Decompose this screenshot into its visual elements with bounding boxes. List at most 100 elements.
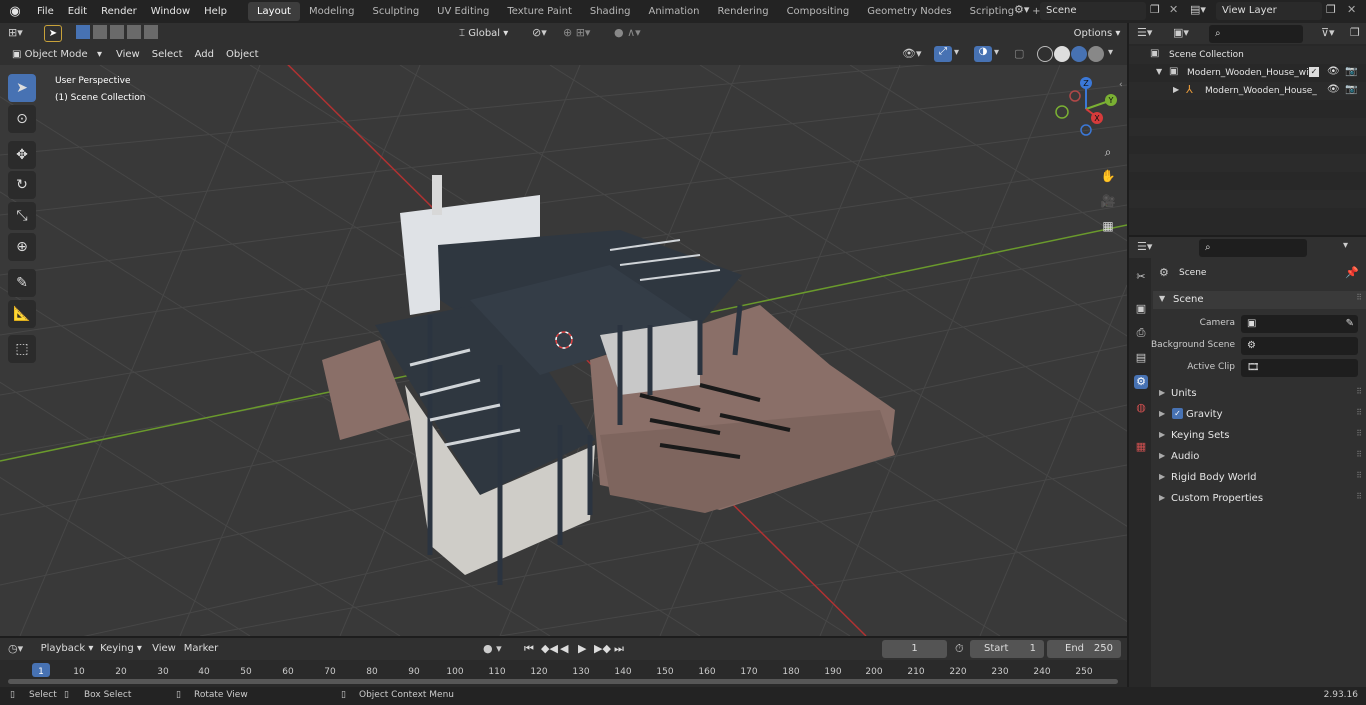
next-keyframe-icon[interactable]: ▶◆ (594, 642, 611, 655)
new-viewlayer-icon[interactable]: ❐ (1326, 3, 1336, 16)
tool-cursor[interactable]: ⊙ (8, 105, 36, 133)
viewport-menu-select[interactable]: Select (146, 49, 189, 60)
sidebar-toggle-icon[interactable]: ‹ (1119, 80, 1123, 90)
drag-handle-icon[interactable]: ⠿ (1356, 492, 1362, 501)
properties-options-icon[interactable]: ▾ (1343, 240, 1348, 251)
menu-window[interactable]: Window (144, 0, 197, 23)
xray-icon[interactable]: ▢ (1014, 47, 1024, 60)
camera-render-icon[interactable]: 📷 (1345, 66, 1357, 77)
tab-geometry-nodes[interactable]: Geometry Nodes (858, 2, 960, 21)
perspective-grid-icon[interactable]: ▦ (1098, 216, 1118, 236)
drag-handle-icon[interactable]: ⠿ (1356, 408, 1362, 417)
viewport-menu-object[interactable]: Object (220, 49, 265, 60)
gizmo-dropdown-icon[interactable]: ▾ (954, 47, 959, 58)
subpanel-units[interactable]: ▶ Units ⠿ (1153, 385, 1366, 403)
select-tool-icon[interactable]: ➤ (44, 25, 62, 42)
outliner-display-mode-icon[interactable]: ▣▾ (1173, 26, 1189, 39)
eye-icon[interactable]: 👁 (1327, 66, 1340, 77)
timeline-scrollbar[interactable] (8, 679, 1118, 684)
tab-animation[interactable]: Animation (640, 2, 709, 21)
expand-arrow-icon[interactable]: ▼ (1156, 67, 1162, 76)
shading-dropdown-icon[interactable]: ▾ (1108, 47, 1113, 58)
menu-edit[interactable]: Edit (61, 0, 94, 23)
camera-view-icon[interactable]: 🎥 (1098, 191, 1118, 211)
orientation-dropdown[interactable]: ⌶ Global ▾ (455, 25, 523, 43)
outliner-row-object[interactable]: ▶ ⅄ Modern_Wooden_House_ 👁 📷 (1129, 82, 1366, 100)
subpanel-gravity[interactable]: ▶ ✓ Gravity ⠿ (1153, 406, 1366, 424)
filter-icon[interactable]: ⊽▾ (1321, 26, 1335, 39)
subpanel-custom-properties[interactable]: ▶ Custom Properties ⠿ (1153, 490, 1366, 508)
timeline-menu-view[interactable]: View (149, 640, 179, 658)
shading-material-icon[interactable] (1071, 46, 1087, 62)
tool-select-box[interactable]: ➤ (8, 74, 36, 102)
outliner-row-collection[interactable]: ▼ ▣ Modern_Wooden_House_with ✓ 👁 📷 (1129, 64, 1366, 82)
timeline-menu-marker[interactable]: Marker (183, 640, 219, 658)
blender-logo-icon[interactable]: ◉ (0, 4, 30, 19)
keying-dropdown[interactable]: Keying ▾ (97, 640, 145, 658)
current-frame-field[interactable]: 1 (882, 640, 947, 658)
visibility-icon[interactable]: 👁▾ (902, 47, 922, 60)
output-tab-icon[interactable]: ⎙ (1134, 326, 1148, 340)
tool-transform[interactable]: ⊕ (8, 233, 36, 261)
viewport-menu-view[interactable]: View (110, 49, 146, 60)
camera-render-icon[interactable]: 📷 (1345, 84, 1357, 95)
texture-tab-icon[interactable]: ▦ (1134, 440, 1148, 454)
stopwatch-icon[interactable]: ⏱ (955, 642, 964, 656)
menu-file[interactable]: File (30, 0, 61, 23)
shading-rendered-icon[interactable] (1088, 46, 1104, 62)
subpanel-keying-sets[interactable]: ▶ Keying Sets ⠿ (1153, 427, 1366, 445)
scene-selector-icon[interactable]: ⚙▾ (1014, 3, 1036, 20)
snap-icon[interactable]: ⊕ ⊞▾ (563, 26, 590, 39)
tool-scale[interactable]: ⤡ (8, 202, 36, 230)
render-tab-icon[interactable]: ▣ (1134, 302, 1148, 316)
tab-layout[interactable]: Layout (247, 2, 300, 21)
tool-add-cube[interactable]: ⬚ (8, 335, 36, 363)
start-frame-field[interactable]: Start 1 (970, 640, 1044, 658)
prev-keyframe-icon[interactable]: ◆◀ (541, 642, 558, 655)
scene-panel-header[interactable]: ▼ Scene ⠿ (1153, 291, 1366, 309)
tab-sculpting[interactable]: Sculpting (363, 2, 428, 21)
overlay-toggle-icon[interactable]: ◑ (974, 46, 992, 62)
outliner-row-root[interactable]: ▣ Scene Collection (1129, 46, 1366, 64)
outliner-editor-type-icon[interactable]: ☰▾ (1137, 26, 1152, 39)
eyedropper-icon[interactable]: ✎ (1346, 315, 1354, 333)
gravity-checkbox[interactable]: ✓ (1172, 408, 1183, 419)
editor-type-icon[interactable]: ⊞▾ (8, 26, 23, 39)
record-button[interactable]: ● ▾ (483, 642, 502, 655)
jump-end-icon[interactable]: ⏭ (614, 642, 624, 656)
select-mode-icons[interactable] (76, 25, 162, 42)
zoom-icon[interactable]: ⌕ (1098, 142, 1118, 162)
world-tab-icon[interactable]: ◍ (1134, 401, 1148, 415)
tab-shading[interactable]: Shading (581, 2, 640, 21)
tool-move[interactable]: ✥ (8, 141, 36, 169)
scene-tab-icon[interactable]: ⚙ (1134, 375, 1148, 389)
gizmo-toggle-icon[interactable]: ⤢ (934, 46, 952, 62)
end-frame-field[interactable]: End 250 (1047, 640, 1121, 658)
proportional-icon[interactable]: ● ∧▾ (614, 26, 641, 39)
drag-handle-icon[interactable]: ⠿ (1356, 471, 1362, 480)
collection-checkbox-icon[interactable]: ✓ (1309, 67, 1319, 77)
tab-modeling[interactable]: Modeling (300, 2, 364, 21)
menu-help[interactable]: Help (197, 0, 234, 23)
close-viewlayer-icon[interactable]: ✕ (1347, 3, 1356, 16)
subpanel-rigid-body-world[interactable]: ▶ Rigid Body World ⠿ (1153, 469, 1366, 487)
eye-icon[interactable]: 👁 (1327, 84, 1340, 95)
viewlayer-selector-icon[interactable]: ▤▾ (1190, 3, 1206, 16)
jump-start-icon[interactable]: ⏮ (524, 642, 534, 656)
active-clip-field[interactable]: 🎞 (1241, 359, 1358, 377)
menu-render[interactable]: Render (94, 0, 144, 23)
new-scene-icon[interactable]: ❐ (1150, 3, 1160, 16)
viewport-menu-add[interactable]: Add (189, 49, 220, 60)
drag-handle-icon[interactable]: ⠿ (1356, 387, 1362, 396)
properties-editor-type-icon[interactable]: ☰▾ (1137, 240, 1152, 253)
tool-measure[interactable]: 📐 (8, 300, 36, 328)
expand-arrow-icon[interactable]: ▶ (1173, 85, 1179, 94)
background-scene-field[interactable]: ⚙ (1241, 337, 1358, 355)
tab-uv-editing[interactable]: UV Editing (428, 2, 498, 21)
shading-solid-icon[interactable] (1054, 46, 1070, 62)
new-collection-icon[interactable]: ❐ (1350, 26, 1360, 39)
play-icon[interactable]: ▶ (578, 642, 586, 655)
drag-handle-icon[interactable]: ⠿ (1356, 429, 1362, 438)
tab-rendering[interactable]: Rendering (708, 2, 777, 21)
overlay-dropdown-icon[interactable]: ▾ (994, 47, 999, 58)
